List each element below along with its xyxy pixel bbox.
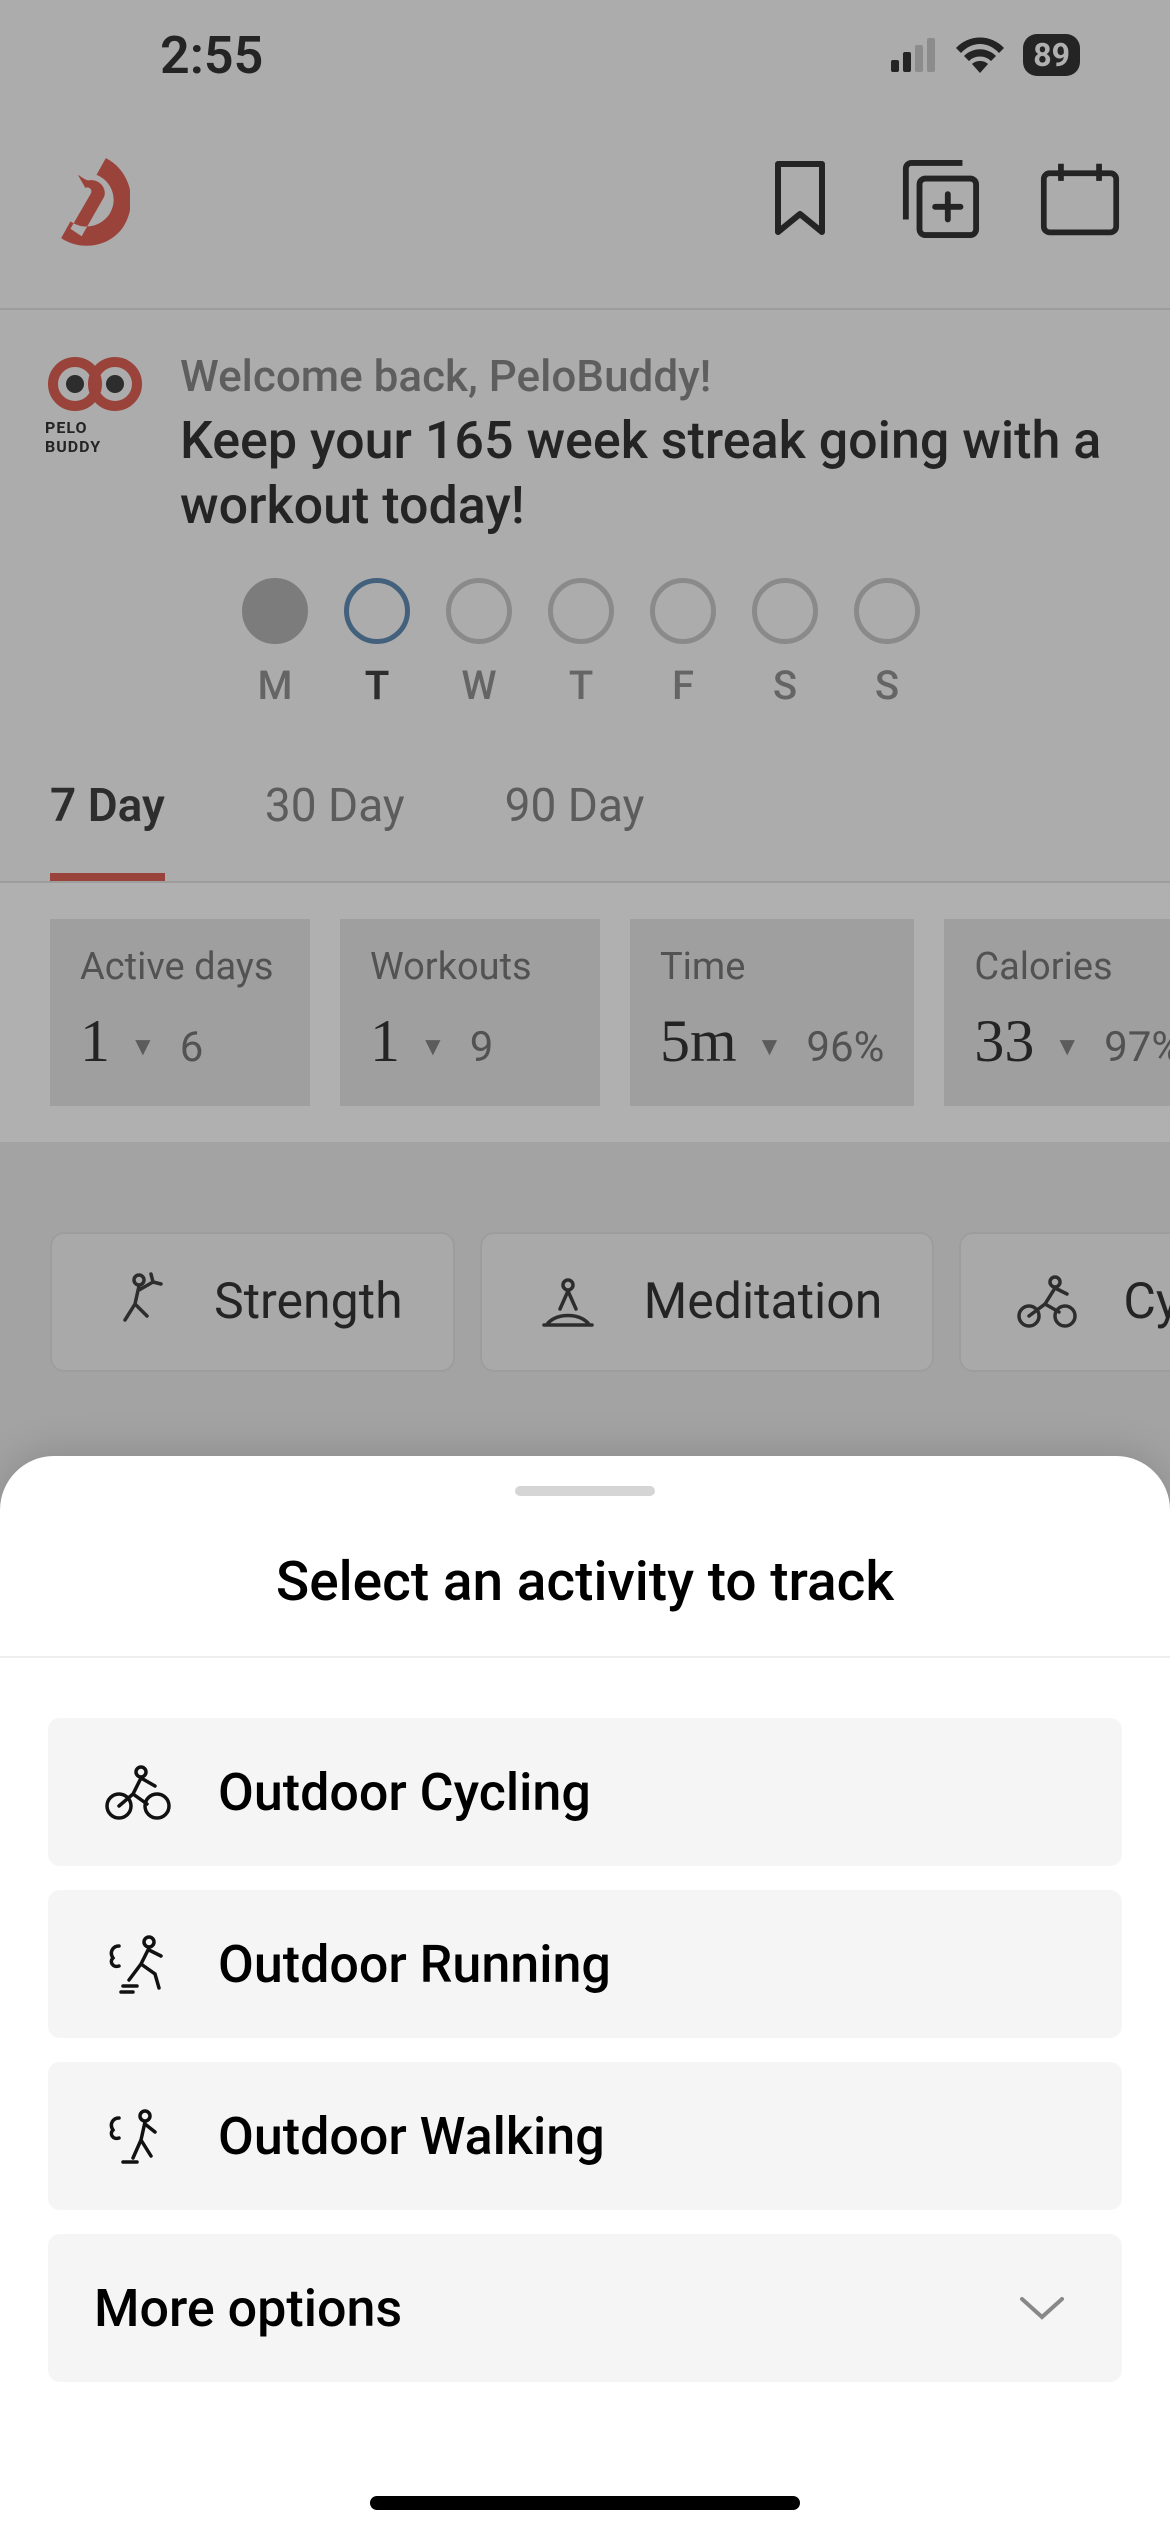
status-right: 89	[891, 34, 1080, 76]
header-actions	[760, 159, 1120, 239]
activity-outdoor-cycling[interactable]: Outdoor Cycling	[48, 1718, 1122, 1866]
peloton-logo-icon[interactable]	[50, 159, 130, 239]
strength-icon	[102, 1266, 174, 1338]
welcome-block: PELO BUDDY Welcome back, PeloBuddy! Keep…	[0, 310, 1170, 538]
outdoor-cycling-icon	[102, 1756, 174, 1828]
stat-active-days[interactable]: Active days 1▼6	[50, 919, 310, 1106]
day-mon[interactable]: M	[240, 578, 310, 709]
week-days-row: M T W T F S S	[240, 578, 1170, 709]
calendar-icon[interactable]	[1040, 159, 1120, 239]
tab-30day[interactable]: 30 Day	[265, 779, 405, 881]
status-bar: 2:55 89	[0, 0, 1170, 110]
sheet-title: Select an activity to track	[0, 1550, 1170, 1614]
tab-90day[interactable]: 90 Day	[505, 779, 645, 881]
battery-indicator: 89	[1023, 34, 1080, 76]
more-options-label: More options	[94, 2278, 402, 2339]
down-arrow-icon: ▼	[130, 1031, 156, 1062]
bookmark-icon[interactable]	[760, 159, 840, 239]
activity-label: Outdoor Cycling	[218, 1762, 591, 1823]
app-header	[0, 110, 1170, 310]
welcome-greeting: Welcome back, PeloBuddy!	[180, 350, 1125, 402]
meditation-icon	[532, 1266, 604, 1338]
period-tabs: 7 Day 30 Day 90 Day	[0, 709, 1170, 883]
category-meditation[interactable]: Meditation	[480, 1232, 935, 1372]
home-indicator[interactable]	[370, 2496, 800, 2510]
chevron-down-icon	[1016, 2293, 1068, 2323]
stat-time[interactable]: Time 5m▼96%	[630, 919, 914, 1106]
down-arrow-icon: ▼	[420, 1031, 446, 1062]
day-tue[interactable]: T	[342, 578, 412, 709]
activity-list: Outdoor Cycling Outdoor Running Outdoor …	[0, 1658, 1170, 2382]
stat-calories[interactable]: Calories 33▼97%	[944, 919, 1170, 1106]
day-thu[interactable]: T	[546, 578, 616, 709]
wifi-icon	[955, 37, 1005, 73]
stats-row[interactable]: Active days 1▼6 Workouts 1▼9 Time 5m▼96%…	[0, 883, 1170, 1142]
sheet-grabber[interactable]	[515, 1486, 655, 1496]
category-cycling[interactable]: Cycli	[959, 1232, 1170, 1372]
day-sat[interactable]: S	[750, 578, 820, 709]
user-avatar[interactable]: PELO BUDDY	[45, 350, 145, 460]
tab-7day[interactable]: 7 Day	[50, 779, 165, 881]
activity-label: Outdoor Walking	[218, 2106, 605, 2167]
day-sun[interactable]: S	[852, 578, 922, 709]
down-arrow-icon: ▼	[757, 1031, 783, 1062]
day-fri[interactable]: F	[648, 578, 718, 709]
cellular-icon	[891, 38, 937, 72]
add-collection-icon[interactable]	[900, 159, 980, 239]
stat-workouts[interactable]: Workouts 1▼9	[340, 919, 600, 1106]
category-strength[interactable]: Strength	[50, 1232, 455, 1372]
outdoor-walking-icon	[102, 2100, 174, 2172]
avatar-label: PELO BUDDY	[45, 418, 145, 456]
welcome-headline: Keep your 165 week streak going with a w…	[180, 408, 1125, 538]
activity-select-sheet: Select an activity to track Outdoor Cycl…	[0, 1456, 1170, 2536]
outdoor-running-icon	[102, 1928, 174, 2000]
activity-more-options[interactable]: More options	[48, 2234, 1122, 2382]
day-wed[interactable]: W	[444, 578, 514, 709]
activity-outdoor-walking[interactable]: Outdoor Walking	[48, 2062, 1122, 2210]
status-time: 2:55	[160, 25, 263, 86]
activity-outdoor-running[interactable]: Outdoor Running	[48, 1890, 1122, 2038]
cycling-icon	[1011, 1266, 1083, 1338]
down-arrow-icon: ▼	[1054, 1031, 1080, 1062]
activity-label: Outdoor Running	[218, 1934, 611, 1995]
